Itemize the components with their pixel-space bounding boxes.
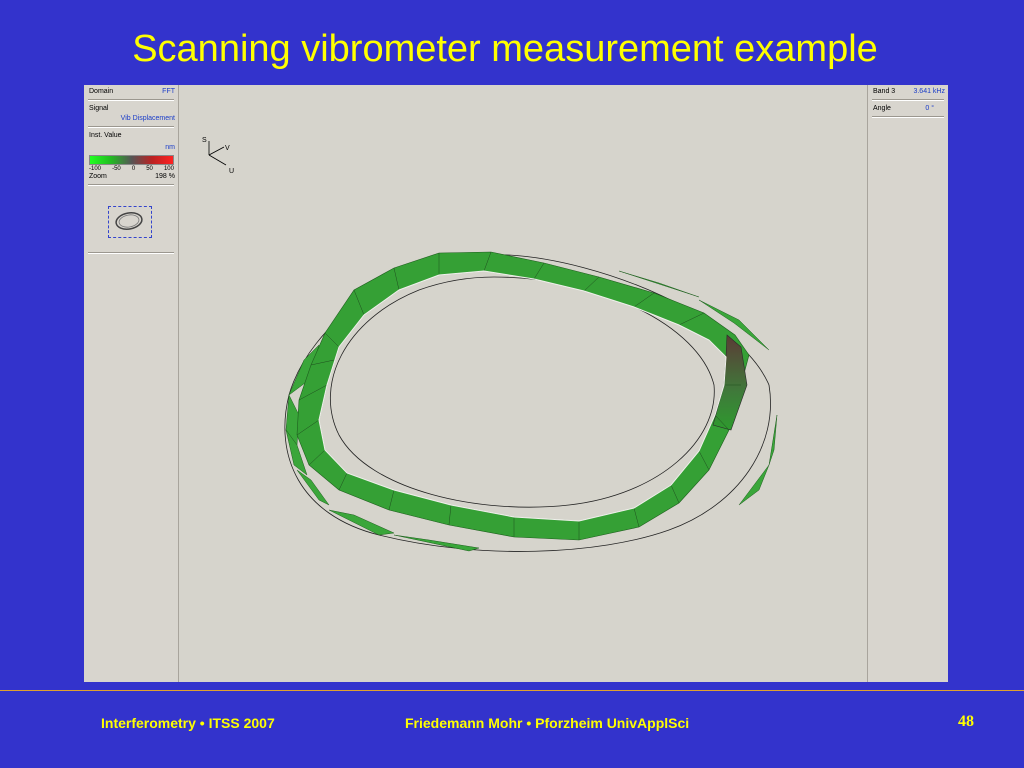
signal-value-row[interactable]: Vib Displacement <box>84 115 178 125</box>
angle-label: Angle <box>873 105 891 112</box>
zoom-label: Zoom <box>89 173 107 180</box>
axes-indicator-icon: S V U <box>202 137 234 175</box>
thumbnail-ring-icon <box>115 212 143 230</box>
inst-value-row: Inst. Value <box>84 129 178 142</box>
footer-center-text: Friedemann Mohr • Pforzheim UnivApplSci <box>405 715 690 731</box>
axis-u-label: U <box>229 168 234 175</box>
right-info-panel: Band 3 3.641 kHz Angle 0 ° <box>867 85 948 682</box>
color-scale-bar <box>89 155 174 165</box>
signal-label: Signal <box>89 105 109 112</box>
3d-viewport[interactable]: S V U <box>179 85 867 682</box>
vibrometer-window: Domain FFT Signal Vib Displacement Inst.… <box>84 85 948 682</box>
zoom-value[interactable]: 198 % <box>155 173 175 180</box>
angle-value[interactable]: 0 ° <box>925 105 934 112</box>
page-number: 48 <box>958 713 974 730</box>
divider <box>88 184 174 186</box>
band-frequency-value[interactable]: 3.641 kHz <box>913 88 945 95</box>
divider <box>88 99 174 101</box>
angle-row[interactable]: Angle 0 ° <box>868 102 948 115</box>
inst-value-label: Inst. Value <box>89 132 122 139</box>
unit-label: nm <box>165 144 175 151</box>
signal-row: Signal <box>84 102 178 115</box>
footer-left-text: Interferometry • ITSS 2007 <box>101 715 275 731</box>
deformed-ring-mesh <box>284 251 778 552</box>
mode-shape-plot[interactable]: S V U <box>179 85 867 682</box>
zoom-row[interactable]: Zoom 198 % <box>84 170 178 183</box>
band-label: Band 3 <box>873 88 896 95</box>
signal-value[interactable]: Vib Displacement <box>121 115 175 122</box>
axis-v-label: V <box>225 145 230 152</box>
slide-title: Scanning vibrometer measurement example <box>132 28 878 70</box>
band-row[interactable]: Band 3 3.641 kHz <box>868 85 948 98</box>
footer-divider <box>0 690 1024 691</box>
left-info-panel: Domain FFT Signal Vib Displacement Inst.… <box>84 85 179 682</box>
divider <box>872 99 944 101</box>
divider <box>88 252 174 254</box>
divider <box>88 126 174 128</box>
overview-thumbnail[interactable] <box>108 206 152 238</box>
divider <box>872 116 944 118</box>
domain-label: Domain <box>89 88 114 95</box>
axis-s-label: S <box>202 137 207 144</box>
domain-row[interactable]: Domain FFT <box>84 85 178 98</box>
domain-value[interactable]: FFT <box>162 88 175 95</box>
